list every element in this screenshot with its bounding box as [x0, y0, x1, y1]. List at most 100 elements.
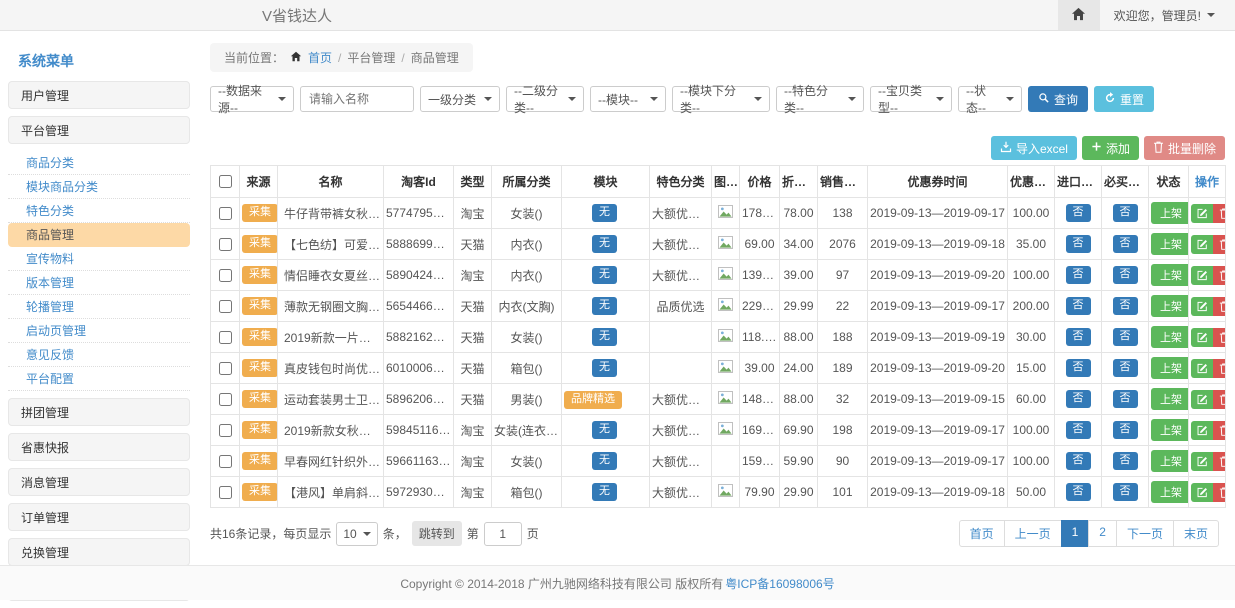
must-buy-toggle[interactable]: 否 [1113, 390, 1138, 407]
breadcrumb-home-link[interactable]: 首页 [308, 49, 332, 66]
sidebar-section-user-mgmt[interactable]: 用户管理 [8, 81, 190, 109]
name-search-input[interactable] [300, 86, 414, 112]
select-all-checkbox[interactable] [219, 175, 232, 188]
edit-button[interactable] [1191, 483, 1213, 502]
row-checkbox[interactable] [219, 269, 232, 282]
status-button[interactable]: 上架 [1151, 388, 1189, 410]
delete-icon-button[interactable] [1213, 452, 1226, 471]
import-select-toggle[interactable]: 否 [1066, 359, 1091, 376]
jump-button[interactable]: 跳转到 [412, 521, 462, 546]
edit-button[interactable] [1191, 390, 1213, 409]
row-checkbox[interactable] [219, 207, 232, 220]
import-select-toggle[interactable]: 否 [1066, 421, 1091, 438]
status-button[interactable]: 上架 [1151, 450, 1189, 472]
row-checkbox[interactable] [219, 362, 232, 375]
edit-button[interactable] [1191, 359, 1213, 378]
edit-button[interactable] [1191, 452, 1213, 471]
must-buy-toggle[interactable]: 否 [1113, 297, 1138, 314]
sidebar-item-feature-category[interactable]: 特色分类 [8, 199, 190, 223]
status-button[interactable]: 上架 [1151, 202, 1189, 224]
filter-select-level1-category[interactable]: 一级分类 [420, 86, 500, 112]
import-select-toggle[interactable]: 否 [1066, 483, 1091, 500]
must-buy-toggle[interactable]: 否 [1113, 266, 1138, 283]
sidebar-item-carousel-mgmt[interactable]: 轮播管理 [8, 295, 190, 319]
delete-icon-button[interactable] [1213, 359, 1226, 378]
must-buy-toggle[interactable]: 否 [1113, 235, 1138, 252]
status-button[interactable]: 上架 [1151, 295, 1189, 317]
per-page-select[interactable]: 10 [336, 522, 377, 546]
filter-select-item-type[interactable]: --宝贝类型-- [870, 86, 952, 112]
pager-next[interactable]: 下一页 [1116, 520, 1174, 547]
row-checkbox[interactable] [219, 486, 232, 499]
filter-select-module-subcategory[interactable]: --模块下分类-- [672, 86, 770, 112]
sidebar-item-version-mgmt[interactable]: 版本管理 [8, 271, 190, 295]
delete-icon-button[interactable] [1213, 390, 1226, 409]
pager-last[interactable]: 末页 [1173, 520, 1219, 547]
sidebar-section-message-mgmt[interactable]: 消息管理 [8, 468, 190, 496]
must-buy-toggle[interactable]: 否 [1113, 452, 1138, 469]
query-button[interactable]: 查询 [1028, 86, 1088, 112]
sidebar-section-order-mgmt[interactable]: 订单管理 [8, 503, 190, 531]
sidebar-item-product-mgmt[interactable]: 商品管理 [8, 223, 190, 247]
page-number-input[interactable] [484, 522, 522, 546]
delete-icon-button[interactable] [1213, 421, 1226, 440]
status-button[interactable]: 上架 [1151, 264, 1189, 286]
sidebar-section-savings-express[interactable]: 省惠快报 [8, 433, 190, 461]
import-select-toggle[interactable]: 否 [1066, 390, 1091, 407]
status-button[interactable]: 上架 [1151, 419, 1189, 441]
pager-prev[interactable]: 上一页 [1004, 520, 1062, 547]
filter-select-data-source[interactable]: --数据来源-- [210, 86, 294, 112]
edit-button[interactable] [1191, 421, 1213, 440]
status-button[interactable]: 上架 [1151, 233, 1189, 255]
edit-button[interactable] [1191, 204, 1213, 223]
edit-button[interactable] [1191, 297, 1213, 316]
row-checkbox[interactable] [219, 393, 232, 406]
pager-first[interactable]: 首页 [959, 520, 1005, 547]
add-button[interactable]: 添加 [1082, 136, 1139, 160]
import-select-toggle[interactable]: 否 [1066, 328, 1091, 345]
must-buy-toggle[interactable]: 否 [1113, 421, 1138, 438]
delete-icon-button[interactable] [1213, 204, 1226, 223]
sidebar-section-platform-mgmt[interactable]: 平台管理 [8, 116, 190, 144]
sidebar-section-group-buy-mgmt[interactable]: 拼团管理 [8, 398, 190, 426]
icp-link[interactable]: 粤ICP备16098006号 [725, 575, 834, 592]
must-buy-toggle[interactable]: 否 [1113, 483, 1138, 500]
edit-button[interactable] [1191, 266, 1213, 285]
filter-select-level2-category[interactable]: --二级分类-- [506, 86, 584, 112]
batch-delete-button[interactable]: 批量删除 [1144, 136, 1225, 160]
pager-page-1[interactable]: 1 [1061, 520, 1090, 547]
import-excel-button[interactable]: 导入excel [991, 136, 1077, 160]
row-checkbox[interactable] [219, 300, 232, 313]
row-checkbox[interactable] [219, 331, 232, 344]
filter-select-module[interactable]: --模块-- [590, 86, 666, 112]
must-buy-toggle[interactable]: 否 [1113, 328, 1138, 345]
status-button[interactable]: 上架 [1151, 481, 1189, 503]
edit-button[interactable] [1191, 328, 1213, 347]
sidebar-section-exchange-mgmt[interactable]: 兑换管理 [8, 538, 190, 566]
must-buy-toggle[interactable]: 否 [1113, 359, 1138, 376]
sidebar-item-platform-config[interactable]: 平台配置 [8, 367, 190, 391]
filter-select-feature-category[interactable]: --特色分类-- [776, 86, 864, 112]
import-select-toggle[interactable]: 否 [1066, 297, 1091, 314]
status-button[interactable]: 上架 [1151, 357, 1189, 379]
sidebar-item-product-category[interactable]: 商品分类 [8, 151, 190, 175]
delete-icon-button[interactable] [1213, 235, 1226, 254]
status-button[interactable]: 上架 [1151, 326, 1189, 348]
sidebar-item-module-product-category[interactable]: 模块商品分类 [8, 175, 190, 199]
delete-icon-button[interactable] [1213, 328, 1226, 347]
sidebar-item-promo-material[interactable]: 宣传物料 [8, 247, 190, 271]
delete-icon-button[interactable] [1213, 266, 1226, 285]
edit-button[interactable] [1191, 235, 1213, 254]
delete-icon-button[interactable] [1213, 483, 1226, 502]
must-buy-toggle[interactable]: 否 [1113, 204, 1138, 221]
sidebar-item-splash-mgmt[interactable]: 启动页管理 [8, 319, 190, 343]
import-select-toggle[interactable]: 否 [1066, 266, 1091, 283]
import-select-toggle[interactable]: 否 [1066, 452, 1091, 469]
row-checkbox[interactable] [219, 238, 232, 251]
user-menu[interactable]: 欢迎您，管理员! [1100, 7, 1235, 24]
row-checkbox[interactable] [219, 424, 232, 437]
home-button[interactable] [1058, 0, 1100, 30]
delete-icon-button[interactable] [1213, 297, 1226, 316]
reset-button[interactable]: 重置 [1094, 86, 1154, 112]
sidebar-item-feedback[interactable]: 意见反馈 [8, 343, 190, 367]
